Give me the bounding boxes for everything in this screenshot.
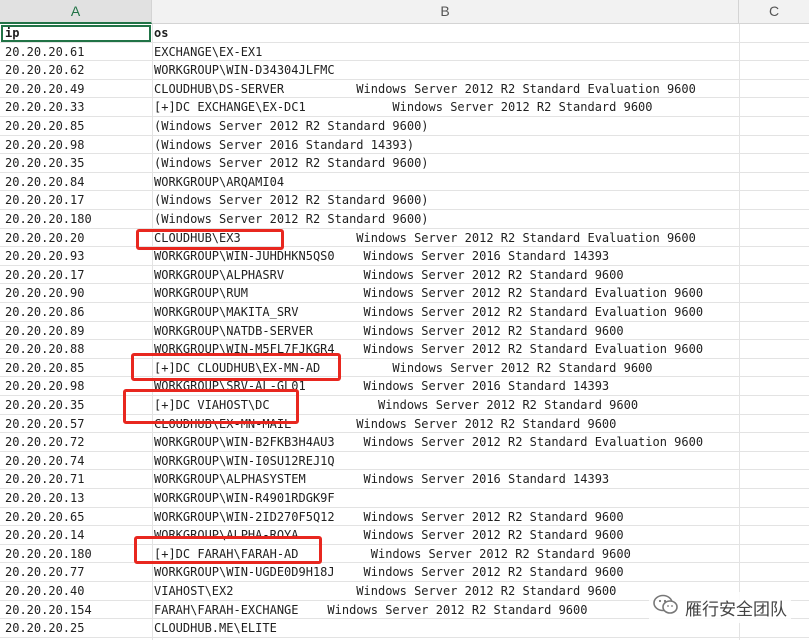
table-row: 20.20.20.180 [+]DC FARAH\FARAH-AD Windows… [0, 545, 809, 564]
cell-ip[interactable]: 20.20.20.86 [5, 303, 150, 322]
table-row: 20.20.20.85 [+]DC CLOUDHUB\EX-MN-AD Windo… [0, 359, 809, 378]
table-row: 20.20.20.84 WORKGROUP\ARQAMI04 [0, 173, 809, 192]
cell-ip[interactable]: 20.20.20.74 [5, 452, 150, 471]
cell-ip[interactable]: 20.20.20.77 [5, 563, 150, 582]
column-header-bar: A B C [0, 0, 809, 24]
table-row: 20.20.20.77 WORKGROUP\WIN-UGDE0D9H18J Win… [0, 563, 809, 582]
cell-ip[interactable]: 20.20.20.65 [5, 508, 150, 527]
table-row: 20.20.20.61 EXCHANGE\EX-EX1 [0, 43, 809, 62]
cell-os[interactable]: WORKGROUP\ALPHASYSTEM Windows Server 201… [154, 470, 739, 489]
wechat-icon [653, 594, 679, 621]
cell-ip[interactable]: 20.20.20.13 [5, 489, 150, 508]
table-row: 20.20.20.17 WORKGROUP\ALPHASRV Windows Se… [0, 266, 809, 285]
cell-ip[interactable]: 20.20.20.25 [5, 619, 150, 638]
cell-ip[interactable]: 20.20.20.89 [5, 322, 150, 341]
cell-ip[interactable]: 20.20.20.62 [5, 61, 150, 80]
table-row: 20.20.20.49 CLOUDHUB\DS-SERVER Windows Se… [0, 80, 809, 99]
highlight-box-cloudhub-ex3 [136, 229, 284, 250]
cell-ip[interactable]: 20.20.20.61 [5, 43, 150, 62]
cell-os[interactable]: CLOUDHUB\DS-SERVER Windows Server 2012 R… [154, 80, 739, 99]
cell-ip[interactable]: 20.20.20.85 [5, 117, 150, 136]
highlight-box-farah-ad [134, 536, 322, 564]
cell-os[interactable]: [+]DC EXCHANGE\EX-DC1 Windows Server 201… [154, 98, 739, 117]
cell-ip[interactable]: 20.20.20.20 [5, 229, 150, 248]
cell-ip[interactable]: 20.20.20.17 [5, 266, 150, 285]
cell-ip[interactable]: 20.20.20.180 [5, 545, 150, 564]
cell-ip[interactable]: 20.20.20.84 [5, 173, 150, 192]
cell-os[interactable]: WORKGROUP\WIN-2ID270F5Q12 Windows Server… [154, 508, 739, 527]
cell-os[interactable]: (Windows Server 2012 R2 Standard 9600) [154, 117, 739, 136]
cell-os[interactable]: EXCHANGE\EX-EX1 [154, 43, 739, 62]
table-row: 20.20.20.88 WORKGROUP\WIN-M5FL7FJKGR4 Win… [0, 340, 809, 359]
cell-ip[interactable]: 20.20.20.33 [5, 98, 150, 117]
cell-os[interactable]: WORKGROUP\NATDB-SERVER Windows Server 20… [154, 322, 739, 341]
cell-ip[interactable]: 20.20.20.88 [5, 340, 150, 359]
cell-ip[interactable]: 20.20.20.72 [5, 433, 150, 452]
cell-ip[interactable]: 20.20.20.98 [5, 136, 150, 155]
column-header-b[interactable]: B [152, 0, 739, 23]
cell-ip[interactable]: 20.20.20.180 [5, 210, 150, 229]
cell-ip[interactable]: 20.20.20.85 [5, 359, 150, 378]
table-row: 20.20.20.13 WORKGROUP\WIN-R4901RDGK9F [0, 489, 809, 508]
table-row: 20.20.20.17 (Windows Server 2012 R2 Stand… [0, 191, 809, 210]
table-row: 20.20.20.57 CLOUDHUB\EX-MN-MAIL Windows S… [0, 415, 809, 434]
table-row: 20.20.20.33 [+]DC EXCHANGE\EX-DC1 Windows… [0, 98, 809, 117]
table-row: 20.20.20.35 (Windows Server 2012 R2 Stand… [0, 154, 809, 173]
table-row: 20.20.20.74 WORKGROUP\WIN-I0SU12REJ1Q [0, 452, 809, 471]
cell-os[interactable]: WORKGROUP\ARQAMI04 [154, 173, 739, 192]
cell-os[interactable]: (Windows Server 2012 R2 Standard 9600) [154, 210, 739, 229]
table-row: 20.20.20.62 WORKGROUP\WIN-D34304JLFMC [0, 61, 809, 80]
cell-os[interactable]: WORKGROUP\ALPHASRV Windows Server 2012 R… [154, 266, 739, 285]
cell-ip[interactable]: 20.20.20.35 [5, 154, 150, 173]
table-row: 20.20.20.35 [+]DC VIAHOST\DC Windows Serv… [0, 396, 809, 415]
cell-os-header[interactable]: os [154, 24, 739, 43]
cell-os[interactable]: WORKGROUP\WIN-I0SU12REJ1Q [154, 452, 739, 471]
table-row: 20.20.20.98 (Windows Server 2016 Standard… [0, 136, 809, 155]
spreadsheet-grid: ip os 20.20.20.61 EXCHANGE\EX-EX1 20.20.20… [0, 24, 809, 640]
table-row: 20.20.20.180 (Windows Server 2012 R2 Stan… [0, 210, 809, 229]
column-header-c[interactable]: C [739, 0, 809, 23]
watermark: 雁行安全团队 [649, 592, 791, 623]
table-row: 20.20.20.71 WORKGROUP\ALPHASYSTEM Windows… [0, 470, 809, 489]
table-row: 20.20.20.72 WORKGROUP\WIN-B2FKB3H4AU3 Win… [0, 433, 809, 452]
cell-os[interactable]: WORKGROUP\WIN-R4901RDGK9F [154, 489, 739, 508]
cell-os[interactable]: (Windows Server 2012 R2 Standard 9600) [154, 191, 739, 210]
cell-os[interactable]: (Windows Server 2012 R2 Standard 9600) [154, 154, 739, 173]
table-row: 20.20.20.89 WORKGROUP\NATDB-SERVER Window… [0, 322, 809, 341]
cell-os[interactable]: WORKGROUP\RUM Windows Server 2012 R2 Sta… [154, 284, 739, 303]
table-row: 20.20.20.85 (Windows Server 2012 R2 Stand… [0, 117, 809, 136]
cell-os[interactable]: (Windows Server 2016 Standard 14393) [154, 136, 739, 155]
cell-ip[interactable]: 20.20.20.154 [5, 601, 150, 620]
cell-ip[interactable]: 20.20.20.17 [5, 191, 150, 210]
table-row: 20.20.20.86 WORKGROUP\MAKITA_SRV Windows … [0, 303, 809, 322]
highlight-box-cloudhub-ex-mn-ad [131, 353, 341, 381]
cell-os[interactable]: WORKGROUP\WIN-UGDE0D9H18J Windows Server… [154, 563, 739, 582]
table-row: 20.20.20.65 WORKGROUP\WIN-2ID270F5Q12 Win… [0, 508, 809, 527]
cell-ip[interactable]: 20.20.20.71 [5, 470, 150, 489]
cell-ip[interactable]: 20.20.20.90 [5, 284, 150, 303]
selected-cell-a1 [1, 25, 151, 42]
cell-os[interactable]: WORKGROUP\MAKITA_SRV Windows Server 2012… [154, 303, 739, 322]
column-header-a[interactable]: A [0, 0, 152, 24]
table-row: 20.20.20.14 WORKGROUP\ALPHA-ROYA Windows … [0, 526, 809, 545]
cell-os[interactable]: WORKGROUP\WIN-B2FKB3H4AU3 Windows Server… [154, 433, 739, 452]
table-row: 20.20.20.20 CLOUDHUB\EX3 Windows Server 2… [0, 229, 809, 248]
highlight-box-viahost-dc [123, 389, 299, 424]
watermark-text: 雁行安全团队 [685, 600, 787, 620]
cell-ip[interactable]: 20.20.20.14 [5, 526, 150, 545]
table-row: 20.20.20.90 WORKGROUP\RUM Windows Server … [0, 284, 809, 303]
cell-ip[interactable]: 20.20.20.40 [5, 582, 150, 601]
cell-ip[interactable]: 20.20.20.93 [5, 247, 150, 266]
table-row: 20.20.20.98 WORKGROUP\SRV-AL-GL01 Windows… [0, 377, 809, 396]
cell-os[interactable]: WORKGROUP\WIN-D34304JLFMC [154, 61, 739, 80]
cell-ip[interactable]: 20.20.20.49 [5, 80, 150, 99]
table-row: 20.20.20.93 WORKGROUP\WIN-JUHDHKN5QS0 Win… [0, 247, 809, 266]
